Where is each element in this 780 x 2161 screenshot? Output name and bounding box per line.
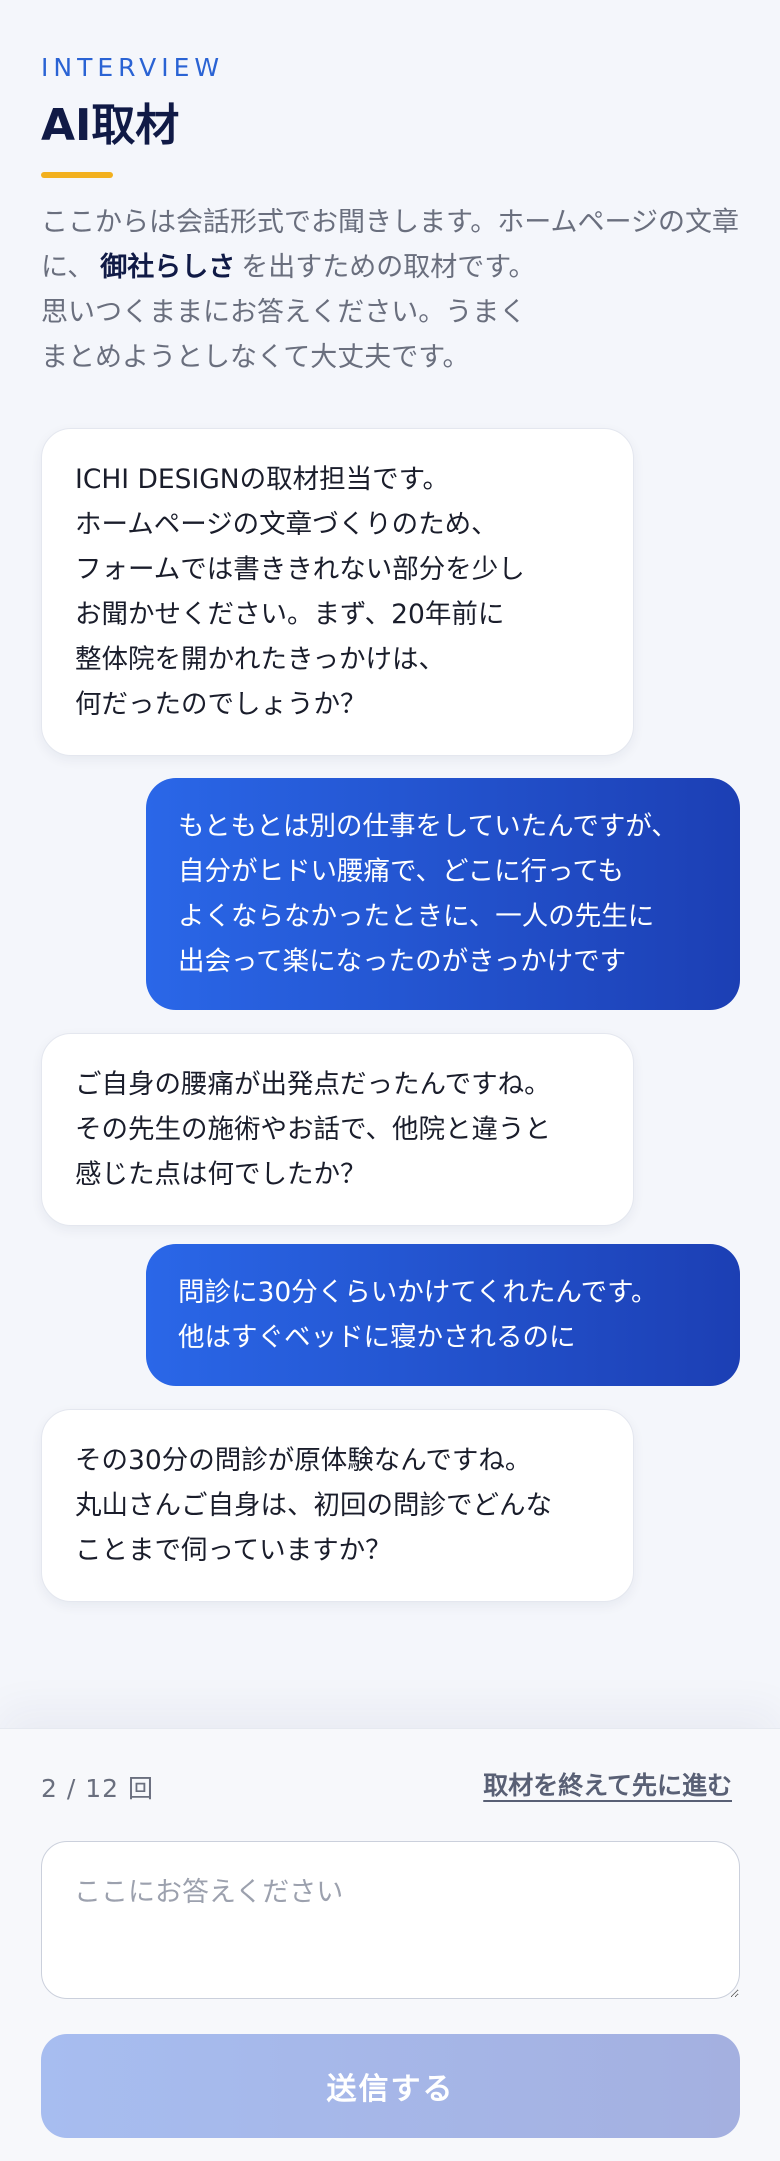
ai-message: その30分の問診が原体験なんですね。 丸山さんご自身は、初回の問診でどんな こと… — [41, 1409, 634, 1602]
section-eyebrow: INTERVIEW — [41, 53, 225, 82]
ai-message: ICHI DESIGNの取材担当です。 ホームページの文章づくりのため、 フォー… — [41, 428, 634, 756]
user-message: もともとは別の仕事をしていたんですが、 自分がヒドい腰痛で、どこに行っても よく… — [146, 778, 740, 1010]
question-counter: 2 / 12 回 — [41, 1774, 154, 1803]
send-button[interactable]: 送信する — [41, 2034, 740, 2138]
intro-text: ここからは会話形式でお聞きします。ホームページの文章に、 御社らしさ を出すための取… — [41, 200, 741, 380]
user-message: 問診に30分くらいかけてくれたんです。 他はすぐベッドに寝かされるのに — [146, 1244, 740, 1386]
ai-message: ご自身の腰痛が出発点だったんですね。 その先生の施術やお話で、他院と違うと 感じ… — [41, 1033, 634, 1226]
finish-interview-link[interactable]: 取材を終えて先に進む — [483, 1766, 732, 1802]
title-accent-bar — [41, 172, 113, 178]
page-title: AI取材 — [41, 100, 180, 151]
answer-footer: 2 / 12 回 取材を終えて先に進む 送信する — [0, 1728, 780, 2161]
intro-text-emphasis: 御社らしさ — [100, 252, 236, 283]
answer-input[interactable] — [41, 1841, 740, 1999]
